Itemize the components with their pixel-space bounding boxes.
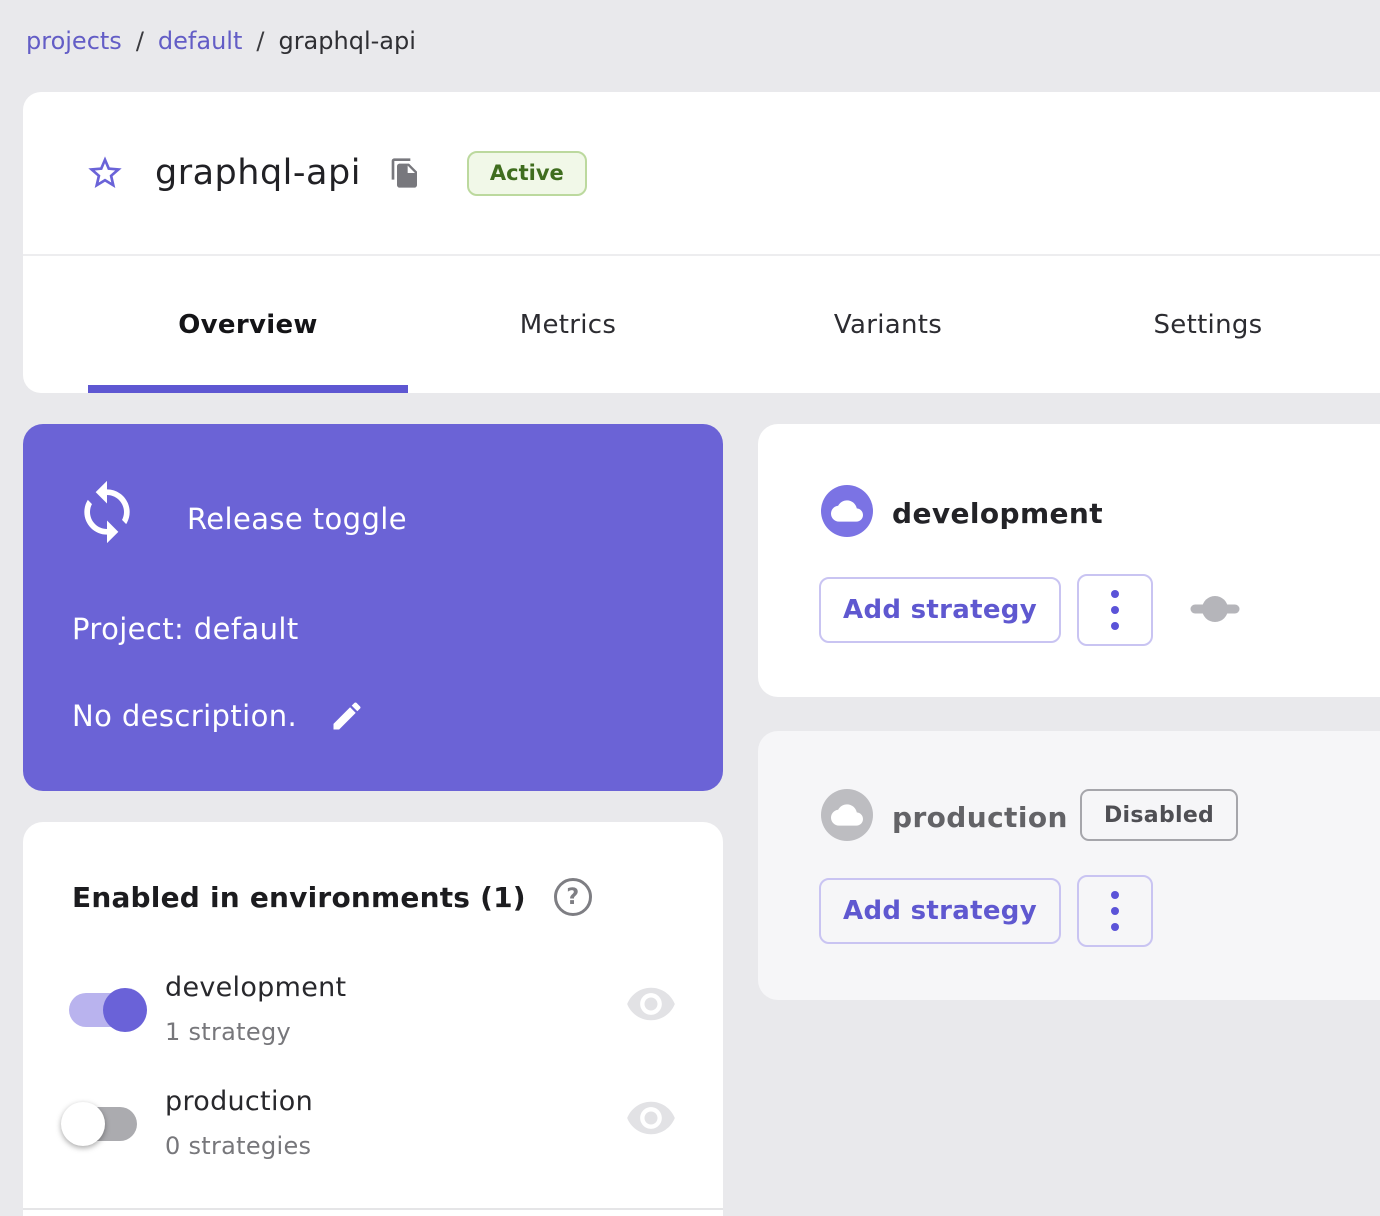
card-divider [23,1208,723,1210]
tab-metrics[interactable]: Metrics [408,256,728,393]
toggle-description: No description. [72,699,298,733]
breadcrumb-link-default[interactable]: default [158,27,242,55]
toggle-description-row: No description. [72,698,365,734]
kebab-dot [1111,923,1119,931]
kebab-dot [1111,590,1119,598]
visibility-eye-icon[interactable] [625,978,677,1030]
toggle-thumb [103,988,147,1032]
tab-bar: Overview Metrics Variants Settings [23,254,1380,393]
cloud-icon [821,789,873,841]
edit-pencil-icon[interactable] [329,698,365,734]
page-title: graphql-api [155,153,361,193]
environment-card-production: production Disabled Add strategy [758,731,1380,1000]
toggle-thumb [61,1102,105,1146]
environment-row-name: development [165,972,347,1003]
strategy-commit-icon [1190,594,1240,624]
environment-toggle-production[interactable] [60,1096,152,1152]
tab-variants[interactable]: Variants [728,256,1048,393]
environment-name: development [892,497,1104,530]
tab-settings[interactable]: Settings [1048,256,1368,393]
tab-overview[interactable]: Overview [88,256,408,393]
kebab-menu-icon[interactable] [1077,574,1153,646]
add-strategy-button[interactable]: Add strategy [819,577,1061,643]
feature-header-row: graphql-api Active [23,92,1380,254]
breadcrumb: projects / default / graphql-api [26,27,416,55]
environment-name: production [892,801,1068,834]
environment-row-strategies: 1 strategy [165,1018,291,1046]
environment-card-development: development Add strategy [758,424,1380,697]
favorite-star-icon[interactable] [85,153,125,193]
toggle-project-label: Project: default [72,612,299,646]
visibility-eye-icon[interactable] [625,1092,677,1144]
kebab-dot [1111,907,1119,915]
breadcrumb-link-projects[interactable]: projects [26,27,122,55]
cloud-icon [821,485,873,537]
copy-icon[interactable] [389,157,421,189]
feature-header-card: graphql-api Active Overview Metrics Vari… [23,92,1380,393]
kebab-dot [1111,891,1119,899]
active-tab-indicator [88,385,408,393]
kebab-menu-icon[interactable] [1077,875,1153,947]
loop-icon [73,478,141,546]
status-badge: Active [466,150,587,196]
add-strategy-button[interactable]: Add strategy [819,878,1061,944]
enabled-environments-title: Enabled in environments (1) [72,880,526,914]
kebab-dot [1111,606,1119,614]
environment-row-name: production [165,1086,313,1117]
kebab-dot [1111,622,1119,630]
environment-row-strategies: 0 strategies [165,1132,312,1160]
toggle-type-label: Release toggle [187,502,407,536]
breadcrumb-current: graphql-api [278,27,416,55]
breadcrumb-separator: / [135,27,144,55]
release-toggle-card: Release toggle Project: default No descr… [23,424,723,791]
disabled-badge: Disabled [1080,789,1239,841]
environment-toggle-development[interactable] [60,982,152,1038]
breadcrumb-separator: / [256,27,265,55]
help-icon[interactable]: ? [553,878,592,916]
enabled-environments-card: Enabled in environments (1) ? developmen… [23,822,723,1216]
